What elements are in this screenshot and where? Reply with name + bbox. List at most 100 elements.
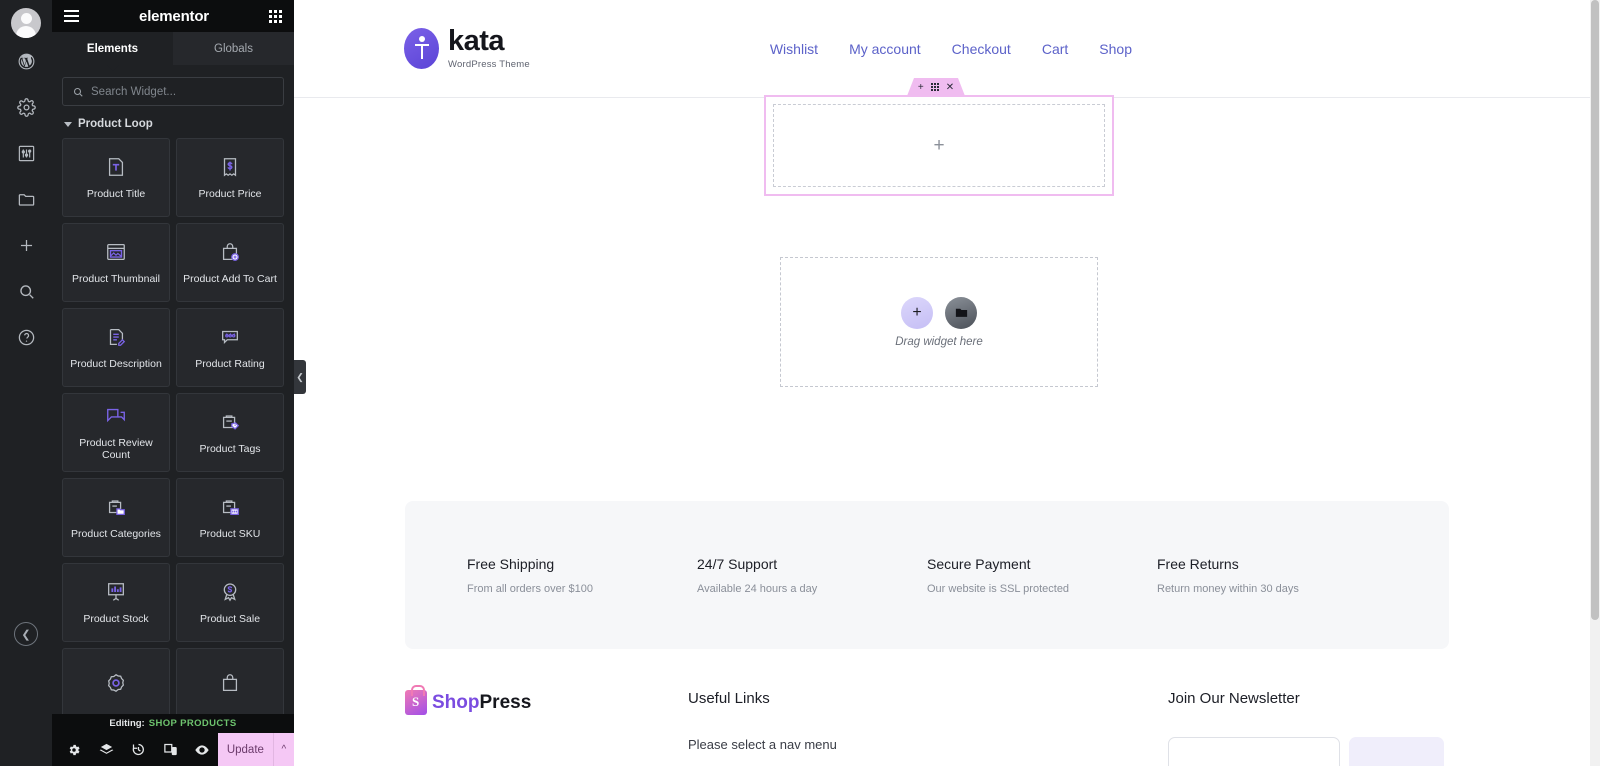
widget-label: Product Review Count (79, 437, 153, 461)
feature-desc: From all orders over $100 (467, 582, 593, 595)
chevron-left-icon[interactable]: ❮ (14, 622, 38, 646)
update-button[interactable]: Update (218, 733, 273, 766)
navigator-layers-icon[interactable] (90, 733, 122, 766)
widget-product-thumbnail[interactable]: Product Thumbnail (62, 223, 170, 302)
folder-icon[interactable] (0, 176, 52, 222)
preview-eye-icon[interactable] (186, 733, 218, 766)
widget-product-add-to-cart[interactable]: Product Add To Cart (176, 223, 284, 302)
panel-collapse-handle[interactable]: ❮ (294, 360, 306, 394)
drag-handle-dots-icon[interactable] (931, 83, 939, 91)
add-widget-plus-icon[interactable]: + (901, 296, 933, 329)
wordpress-icon[interactable] (0, 38, 52, 84)
tab-elements[interactable]: Elements (52, 32, 173, 71)
price-receipt-icon (219, 154, 241, 180)
bag-barcode-icon (219, 494, 241, 520)
search-widget-container (52, 65, 294, 114)
document-edit-icon (105, 324, 127, 350)
grid-apps-icon[interactable] (268, 9, 282, 23)
close-x-icon[interactable]: ✕ (946, 82, 954, 93)
hamburger-menu-icon[interactable] (64, 10, 79, 22)
image-thumbnail-icon (105, 239, 127, 265)
shopping-bag-icon (219, 670, 241, 696)
container-toolbar: + ✕ (907, 78, 965, 96)
elementor-editor: ❮ elementor Elements Globals Search Widg… (0, 0, 1600, 766)
feature-item: Secure Payment Our website is SSL protec… (927, 556, 1157, 595)
widget-label: Product Title (86, 188, 146, 201)
shoppress-name: ShopPress (432, 692, 531, 714)
settings-gear-icon[interactable] (0, 84, 52, 130)
drop-zone[interactable]: + Drag widget here (780, 257, 1098, 387)
widget-list[interactable]: Product Title Product Price Product Thum… (52, 138, 294, 714)
kata-logo-icon (404, 28, 439, 69)
widget-label: Product Stock (83, 613, 149, 626)
newsletter-email-input[interactable] (1168, 737, 1340, 766)
help-question-icon[interactable] (0, 314, 52, 360)
settings-gear-icon[interactable] (58, 733, 90, 766)
newsletter-submit-button[interactable] (1349, 737, 1444, 766)
editor-canvas: kata WordPress Theme Wishlist My account… (294, 0, 1600, 766)
panel-footer: Update ^ (52, 733, 294, 766)
features-strip: Free Shipping From all orders over $100 … (405, 501, 1449, 649)
chevron-up-icon[interactable]: ^ (272, 733, 294, 766)
site-settings-sliders-icon[interactable] (0, 130, 52, 176)
add-plus-icon[interactable] (0, 222, 52, 268)
nav-item-wishlist[interactable]: Wishlist (770, 41, 818, 57)
tab-globals[interactable]: Globals (173, 32, 294, 65)
widget-product-rating[interactable]: Product Rating (176, 308, 284, 387)
shoppress-logo: ShopPress (405, 685, 688, 715)
nav-item-my-account[interactable]: My account (849, 41, 921, 57)
shopping-bag-plus-icon (219, 239, 241, 265)
widget-product-categories[interactable]: Product Categories (62, 478, 170, 557)
history-revision-icon[interactable] (122, 733, 154, 766)
search-icon[interactable] (0, 268, 52, 314)
chart-board-icon (105, 579, 127, 605)
plus-icon[interactable]: + (918, 82, 924, 93)
chevron-down-icon (64, 121, 72, 127)
brand-name: kata (448, 25, 505, 57)
widget-product-sku[interactable]: Product SKU (176, 478, 284, 557)
widget-product-review-count[interactable]: Product Review Count (62, 393, 170, 472)
site-nav: Wishlist My account Checkout Cart Shop (770, 41, 1132, 57)
search-input[interactable] (91, 85, 274, 98)
selected-container[interactable]: + (764, 95, 1114, 196)
widget-partial-gear[interactable] (62, 648, 170, 714)
widget-product-tags[interactable]: Product Tags (176, 393, 284, 472)
logo-prefix: Shop (432, 691, 480, 713)
scrollbar-thumb[interactable] (1591, 0, 1599, 620)
widget-product-title[interactable]: Product Title (62, 138, 170, 217)
widget-product-sale[interactable]: Product Sale (176, 563, 284, 642)
text-title-icon (105, 154, 127, 180)
container-add-widget-area[interactable]: + (773, 104, 1105, 187)
speech-bubbles-icon (105, 403, 127, 429)
nav-item-shop[interactable]: Shop (1099, 41, 1132, 57)
newsletter-title: Join Our Newsletter (1168, 690, 1300, 707)
plus-icon[interactable]: + (933, 135, 944, 157)
template-folder-icon[interactable] (945, 296, 977, 329)
footer-newsletter-column: Join Our Newsletter (1168, 690, 1449, 766)
sale-badge-icon (219, 579, 241, 605)
widget-partial-bag[interactable] (176, 648, 284, 714)
brand-text: kata WordPress Theme (448, 25, 530, 71)
feature-title: Free Shipping (467, 555, 555, 572)
widget-label: Product Sale (199, 613, 261, 626)
nav-item-cart[interactable]: Cart (1042, 41, 1068, 57)
drop-zone-buttons: + (901, 296, 977, 329)
category-product-loop[interactable]: Product Loop (52, 114, 294, 138)
search-box[interactable] (62, 77, 284, 106)
widget-product-description[interactable]: Product Description (62, 308, 170, 387)
panel-footer-icons (52, 733, 218, 766)
panel-tabs: Elements Globals (52, 32, 294, 71)
user-avatar-icon[interactable] (11, 8, 41, 38)
site-brand[interactable]: kata WordPress Theme (404, 27, 530, 70)
canvas-scrollbar[interactable] (1590, 0, 1600, 766)
newsletter-form (1168, 737, 1449, 766)
feature-title: Free Returns (1157, 555, 1239, 572)
widget-product-price[interactable]: Product Price (176, 138, 284, 217)
shopping-bag-icon (405, 685, 427, 715)
widget-product-stock[interactable]: Product Stock (62, 563, 170, 642)
responsive-device-icon[interactable] (154, 733, 186, 766)
editing-target: SHOP PRODUCTS (148, 718, 237, 729)
elementor-panel: elementor Elements Globals Product Loop (52, 0, 294, 766)
logo-suffix: Press (479, 691, 532, 713)
nav-item-checkout[interactable]: Checkout (952, 41, 1011, 57)
